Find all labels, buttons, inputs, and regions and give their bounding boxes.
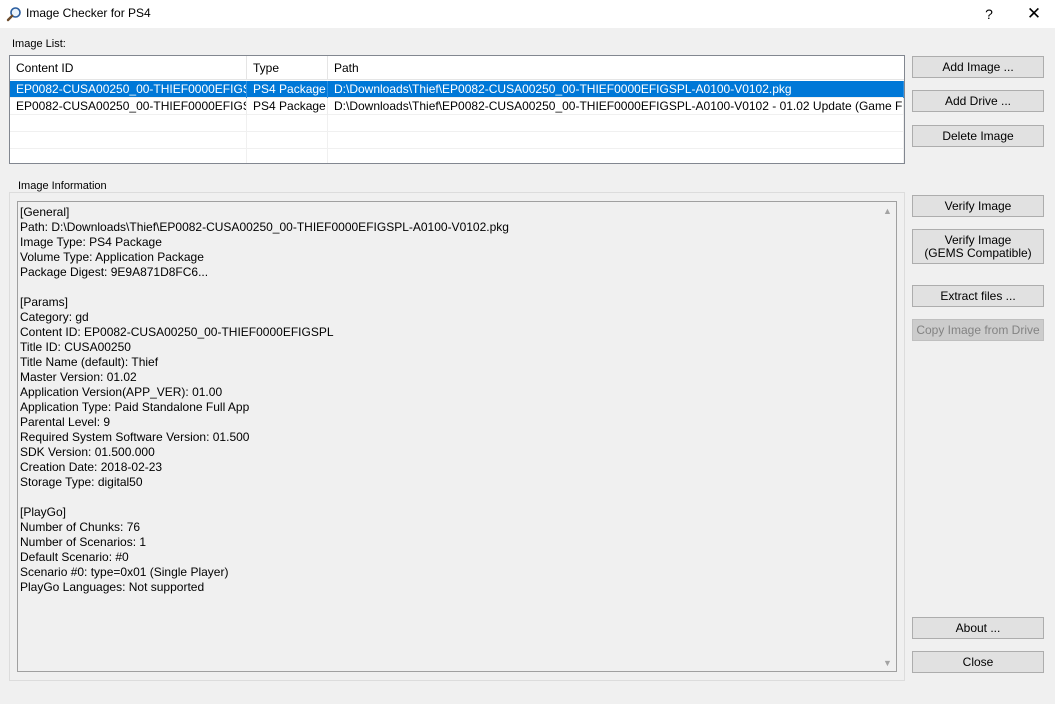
image-information-label: Image Information (15, 180, 110, 192)
image-list-label: Image List: (12, 38, 66, 50)
window-close-button[interactable]: ✕ (1011, 0, 1055, 28)
empty-cell (10, 132, 247, 149)
image-information-content: [General] Path: D:\Downloads\Thief\EP008… (20, 205, 509, 594)
table-row[interactable]: EP0082-CUSA00250_00-THIEF0000EFIGSPL PS4… (10, 81, 904, 98)
magnifier-icon (6, 7, 21, 22)
cell-type: PS4 Package (247, 98, 328, 115)
empty-cell (247, 149, 328, 163)
scroll-down-icon[interactable]: ▼ (879, 654, 896, 671)
add-drive-button[interactable]: Add Drive ... (912, 90, 1044, 112)
empty-cell (10, 149, 247, 163)
verify-gems-line1: Verify Image (944, 232, 1012, 247)
empty-row (10, 132, 904, 149)
extract-files-button[interactable]: Extract files ... (912, 285, 1044, 307)
help-button[interactable]: ? (966, 0, 1012, 28)
cell-path: D:\Downloads\Thief\EP0082-CUSA00250_00-T… (328, 98, 904, 115)
empty-row (10, 115, 904, 132)
empty-cell (328, 132, 904, 149)
verify-gems-line2: (GEMS Compatible) (924, 245, 1032, 260)
scroll-up-icon[interactable]: ▲ (879, 202, 896, 219)
empty-cell (247, 132, 328, 149)
copy-image-from-drive-button[interactable]: Copy Image from Drive (912, 319, 1044, 341)
image-information-text[interactable]: [General] Path: D:\Downloads\Thief\EP008… (17, 201, 897, 672)
column-header-content-id[interactable]: Content ID (10, 56, 247, 80)
empty-row (10, 149, 904, 163)
cell-type: PS4 Package (247, 81, 328, 98)
image-list[interactable]: Content ID Type Path EP0082-CUSA00250_00… (9, 55, 905, 164)
vertical-scrollbar[interactable]: ▲ ▼ (879, 202, 896, 671)
empty-cell (328, 149, 904, 163)
window-title: Image Checker for PS4 (26, 6, 151, 20)
delete-image-button[interactable]: Delete Image (912, 125, 1044, 147)
cell-content-id: EP0082-CUSA00250_00-THIEF0000EFIGSPL (10, 81, 247, 98)
close-button[interactable]: Close (912, 651, 1044, 673)
table-row[interactable]: EP0082-CUSA00250_00-THIEF0000EFIGSPL PS4… (10, 98, 904, 115)
column-header-path[interactable]: Path (328, 56, 904, 80)
about-button[interactable]: About ... (912, 617, 1044, 639)
empty-cell (328, 115, 904, 132)
add-image-button[interactable]: Add Image ... (912, 56, 1044, 78)
image-list-header: Content ID Type Path (10, 56, 904, 80)
cell-content-id: EP0082-CUSA00250_00-THIEF0000EFIGSPL (10, 98, 247, 115)
title-bar: Image Checker for PS4 ? ✕ (0, 0, 1055, 28)
column-header-type[interactable]: Type (247, 56, 328, 80)
verify-image-button[interactable]: Verify Image (912, 195, 1044, 217)
cell-path: D:\Downloads\Thief\EP0082-CUSA00250_00-T… (328, 81, 904, 98)
verify-image-gems-button[interactable]: Verify Image (GEMS Compatible) (912, 229, 1044, 264)
empty-cell (10, 115, 247, 132)
empty-cell (247, 115, 328, 132)
